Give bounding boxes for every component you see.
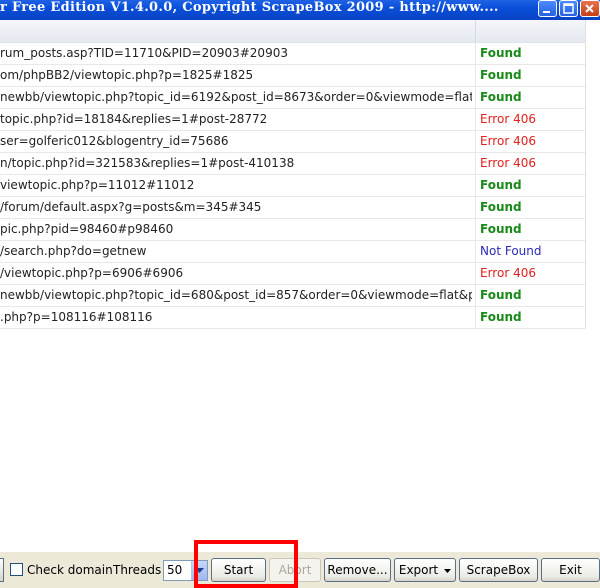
table-row[interactable]: ser=golferic012&blogentry_id=75686 Error … [0,131,586,153]
column-separator [475,175,476,196]
status-cell: Error 406 [480,266,536,280]
url-cell: /viewtopic.php?p=6906#6906 [0,266,184,280]
minimize-icon [543,11,550,13]
url-cell: newbb/viewtopic.php?topic_id=680&post_id… [0,288,472,302]
column-divider[interactable] [475,20,476,42]
table-row[interactable]: om/phpBB2/viewtopic.php?p=1825#1825 Found [0,65,586,87]
column-separator [475,263,476,284]
maximize-button[interactable] [559,0,578,17]
column-separator [475,131,476,152]
table-row[interactable]: newbb/viewtopic.php?topic_id=680&post_id… [0,285,586,307]
table-row[interactable]: topic.php?id=18184&replies=1#post-28772 E… [0,109,586,131]
exit-button[interactable]: Exit [541,558,600,582]
url-cell: .php?p=108116#108116 [0,310,153,324]
url-cell: /forum/default.aspx?g=posts&m=345#345 [0,200,262,214]
table-row[interactable]: viewtopic.php?p=11012#11012 Found [0,175,586,197]
maximize-icon [563,3,574,14]
url-cell: n/topic.php?id=321583&replies=1#post-410… [0,156,295,170]
grid-rows: rum_posts.asp?TID=11710&PID=20903#20903 F… [0,43,586,329]
title-bar: r Free Edition V1.4.0.0, Copyright Scrap… [0,0,600,20]
remove-button[interactable]: Remove... [324,558,391,582]
threads-label: Threads [113,563,162,577]
status-cell: Found [480,68,522,82]
status-cell: Error 406 [480,156,536,170]
column-separator [475,307,476,328]
start-button[interactable]: Start [211,558,266,582]
status-cell: Found [480,200,522,214]
table-row[interactable]: /search.php?do=getnew Not Found [0,241,586,263]
status-cell: Found [480,288,522,302]
column-separator [475,197,476,218]
url-cell: topic.php?id=18184&replies=1#post-28772 [0,112,268,126]
status-cell: Error 406 [480,134,536,148]
window-title: r Free Edition V1.4.0.0, Copyright Scrap… [0,0,499,15]
left-button-edge[interactable] [0,558,4,582]
url-cell: newbb/viewtopic.php?topic_id=6192&post_i… [0,90,472,104]
grid-header [0,20,586,43]
column-separator [475,87,476,108]
abort-button[interactable]: Abort [269,558,321,582]
minimize-button[interactable] [538,0,557,17]
table-row[interactable]: rum_posts.asp?TID=11710&PID=20903#20903 F… [0,43,586,65]
column-separator [475,285,476,306]
dropdown-arrow-icon [444,568,452,573]
url-cell: /search.php?do=getnew [0,244,147,258]
status-cell: Found [480,178,522,192]
table-row[interactable]: pic.php?pid=98460#p98460 Found [0,219,586,241]
table-row[interactable]: /viewtopic.php?p=6906#6906 Error 406 [0,263,586,285]
url-cell: om/phpBB2/viewtopic.php?p=1825#1825 [0,68,254,82]
column-separator [475,43,476,64]
check-domain-label: Check domain [27,563,113,577]
status-cell: Not Found [480,244,542,258]
threads-select[interactable]: 50 [163,560,208,581]
chevron-down-icon [195,568,204,573]
close-icon [585,4,594,13]
url-cell: pic.php?pid=98460#p98460 [0,222,174,236]
url-cell: rum_posts.asp?TID=11710&PID=20903#20903 [0,46,288,60]
column-separator [475,241,476,262]
export-button[interactable]: Export [394,558,456,582]
table-row[interactable]: /forum/default.aspx?g=posts&m=345#345 Fou… [0,197,586,219]
status-cell: Found [480,90,522,104]
results-grid: rum_posts.asp?TID=11710&PID=20903#20903 F… [0,20,586,329]
column-separator [475,65,476,86]
column-separator [475,219,476,240]
close-button[interactable] [580,0,600,17]
url-cell: viewtopic.php?p=11012#11012 [0,178,195,192]
status-cell: Found [480,310,522,324]
url-cell: ser=golferic012&blogentry_id=75686 [0,134,229,148]
grid-border [585,20,586,328]
threads-value: 50 [167,563,183,577]
threads-dropdown-button[interactable] [191,561,207,580]
scrapebox-button[interactable]: ScrapeBox [459,558,538,582]
table-row[interactable]: n/topic.php?id=321583&replies=1#post-410… [0,153,586,175]
status-cell: Found [480,46,522,60]
status-cell: Found [480,222,522,236]
status-cell: Error 406 [480,112,536,126]
column-separator [475,153,476,174]
check-domain-checkbox[interactable] [10,563,23,576]
table-row[interactable]: newbb/viewtopic.php?topic_id=6192&post_i… [0,87,586,109]
table-row[interactable]: .php?p=108116#108116 Found [0,307,586,329]
bottom-toolbar: Check domain Threads 50 Start Abort Remo… [0,552,600,588]
export-label: Export [398,563,439,577]
column-separator [475,109,476,130]
